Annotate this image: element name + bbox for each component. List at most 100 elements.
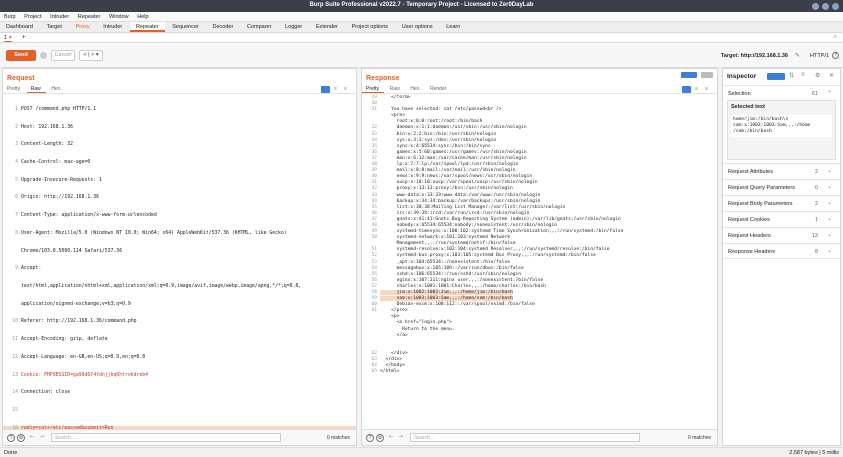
chevron-up-icon[interactable]: ⌃ xyxy=(827,90,832,97)
chevron-down-icon: ⌄ xyxy=(827,216,832,222)
title-bar: Burp Suite Professional v2022.7 - Tempor… xyxy=(0,0,843,12)
code-line: 2 Host: 192.168.1.36 xyxy=(15,124,73,130)
selected-text-value[interactable]: home/jim:/bin/bash\n sam:x:1003:1003:Sam… xyxy=(731,115,832,137)
menu-repeater[interactable]: Repeater xyxy=(74,12,104,20)
tab-dashboard[interactable]: Dashboard xyxy=(0,22,39,32)
selected-text-box: Selected text home/jim:/bin/bash\n sam:x… xyxy=(727,100,836,160)
response-search-input[interactable]: Search... xyxy=(410,433,640,442)
wrap-toggle-icon[interactable] xyxy=(321,86,330,93)
close-icon[interactable]: ✕ xyxy=(829,72,834,79)
status-bar: Done 2,587 bytes | 5 millis xyxy=(0,447,843,457)
edit-target-icon[interactable]: ✎ xyxy=(795,52,800,59)
request-search-input[interactable]: Search... xyxy=(51,433,281,442)
response-tab-pretty[interactable]: Pretty xyxy=(362,85,385,93)
help-icon[interactable]: ? xyxy=(832,52,839,59)
request-header: Request xyxy=(3,69,356,85)
selection-label: Selection xyxy=(728,91,751,97)
menu-icon[interactable]: ≡ xyxy=(701,85,713,92)
tab-learn[interactable]: Learn xyxy=(440,22,466,32)
request-tab-pretty[interactable]: Pretty xyxy=(3,85,25,92)
response-tab-hex[interactable]: Hex xyxy=(406,85,424,92)
code-line: text/html,application/xhtml+xml,applicat… xyxy=(21,284,302,289)
layout-vertical-icon[interactable] xyxy=(701,72,713,78)
settings-icon[interactable] xyxy=(40,52,47,59)
selection-count: 61 xyxy=(811,91,818,97)
prev-match-icon[interactable]: ← xyxy=(388,433,394,439)
code-line: 6 Origin: http://192.168.1.36 xyxy=(15,195,99,201)
code-line: 3 Content-Length: 32 xyxy=(15,142,73,148)
help-icon[interactable]: ? xyxy=(366,434,374,442)
code-line: 1 POST /command.php HTTP/1.1 xyxy=(15,106,97,112)
main-tabs: Dashboard Target Proxy Intruder Repeater… xyxy=(0,22,843,33)
search-icon[interactable]: ⌕ xyxy=(834,34,837,41)
next-match-icon[interactable]: → xyxy=(39,433,45,439)
response-title: Response xyxy=(366,75,400,82)
response-editor[interactable]: 29 </form> 30 31 You have selected: cat /e… xyxy=(362,95,717,375)
tab-sequencer[interactable]: Sequencer xyxy=(166,22,205,32)
send-button[interactable]: Send xyxy=(6,50,36,61)
code-line: Chrome/103.0.5060.114 Safari/537.36 xyxy=(21,248,123,254)
menu-window[interactable]: Window xyxy=(105,12,132,20)
chevron-down-icon: ⌄ xyxy=(827,168,832,174)
close-icon[interactable] xyxy=(832,3,839,10)
filter-icon[interactable]: ≡ xyxy=(801,72,805,78)
request-query-parameters-row[interactable]: Request Query Parameters 0 ⌄ xyxy=(723,179,840,195)
request-editor[interactable]: 1 POST /command.php HTTP/1.1 2 Host: 192.1… xyxy=(3,95,356,443)
cancel-button[interactable]: Cancel xyxy=(51,50,75,61)
inspector-title: Inspector xyxy=(727,73,757,80)
request-body-parameters-row[interactable]: Request Body Parameters 2 ⌄ xyxy=(723,195,840,211)
maximize-icon[interactable] xyxy=(822,3,829,10)
repeater-subtabs: 1 × + ⌕ xyxy=(0,33,843,43)
prev-match-icon[interactable]: ← xyxy=(29,433,35,439)
layout-toggle-icon[interactable] xyxy=(681,72,697,78)
code-line: 11 Accept-Encoding: gzip, deflate xyxy=(12,337,108,343)
tab-comparer[interactable]: Comparer xyxy=(241,22,277,32)
gear-icon[interactable]: ⚙ xyxy=(815,72,820,79)
code-line: 4 Cache-Control: max-age=0 xyxy=(15,159,91,165)
chevron-down-icon: ⌄ xyxy=(827,248,832,254)
menu-burp[interactable]: Burp xyxy=(0,12,19,20)
response-tab-raw[interactable]: Raw xyxy=(386,85,405,92)
request-tab-raw[interactable]: Raw xyxy=(26,85,46,93)
tab-user-options[interactable]: User options xyxy=(396,22,439,32)
inspector-layout-icon[interactable] xyxy=(767,73,785,80)
tab-target[interactable]: Target xyxy=(41,22,68,32)
tab-intruder[interactable]: Intruder xyxy=(97,22,128,32)
add-tab-button[interactable]: + xyxy=(22,35,26,41)
tab-repeater[interactable]: Repeater xyxy=(129,22,165,32)
sort-icon[interactable]: ⇅ xyxy=(789,72,794,79)
request-headers-row[interactable]: Request Headers 13 ⌄ xyxy=(723,227,840,243)
request-attributes-row[interactable]: Request Attributes 2 ⌄ xyxy=(723,163,840,179)
code-line: 5 Upgrade-Insecure-Requests: 1 xyxy=(15,177,102,183)
protocol-label[interactable]: HTTP/1 xyxy=(810,53,829,59)
menu-intruder[interactable]: Intruder xyxy=(46,12,72,20)
code-line: 8 User-Agent: Mozilla/5.0 (Windows NT 10.… xyxy=(15,230,287,236)
tab-proxy[interactable]: Proxy xyxy=(70,22,96,32)
chevron-down-icon: ⌄ xyxy=(827,184,832,190)
history-nav-buttons[interactable]: < | > ▾ xyxy=(79,50,103,61)
tab-decoder[interactable]: Decoder xyxy=(207,22,240,32)
minimize-icon[interactable] xyxy=(812,3,819,10)
tab-extender[interactable]: Extender xyxy=(310,22,344,32)
code-line: 10 Referer: http://192.168.1.36/command.p… xyxy=(12,319,137,325)
code-line: 9 Accept: xyxy=(15,266,42,272)
wrap-toggle-icon[interactable] xyxy=(682,86,691,93)
request-view-tabs: Pretty Raw Hex ≡ ≡ xyxy=(3,85,356,94)
help-icon[interactable]: ? xyxy=(7,434,15,442)
response-headers-row[interactable]: Response Headers 8 ⌄ xyxy=(723,243,840,259)
tab-project-options[interactable]: Project options xyxy=(346,22,394,32)
request-tab-hex[interactable]: Hex xyxy=(47,85,65,92)
response-header: Response xyxy=(362,69,717,85)
menu-icon[interactable]: ≡ xyxy=(340,85,352,92)
settings-icon[interactable]: ⚙ xyxy=(17,434,25,442)
tab-logger[interactable]: Logger xyxy=(279,22,308,32)
response-tab-render[interactable]: Render xyxy=(426,85,451,92)
request-cookies-row[interactable]: Request Cookies 1 ⌄ xyxy=(723,211,840,227)
settings-icon[interactable]: ⚙ xyxy=(376,434,384,442)
next-match-icon[interactable]: → xyxy=(398,433,404,439)
menu-bar: Burp Project Intruder Repeater Window He… xyxy=(0,12,843,22)
code-line: 15 xyxy=(12,408,18,414)
menu-project[interactable]: Project xyxy=(20,12,44,20)
repeater-tab-1[interactable]: 1 × xyxy=(4,35,12,42)
menu-help[interactable]: Help xyxy=(133,12,151,20)
